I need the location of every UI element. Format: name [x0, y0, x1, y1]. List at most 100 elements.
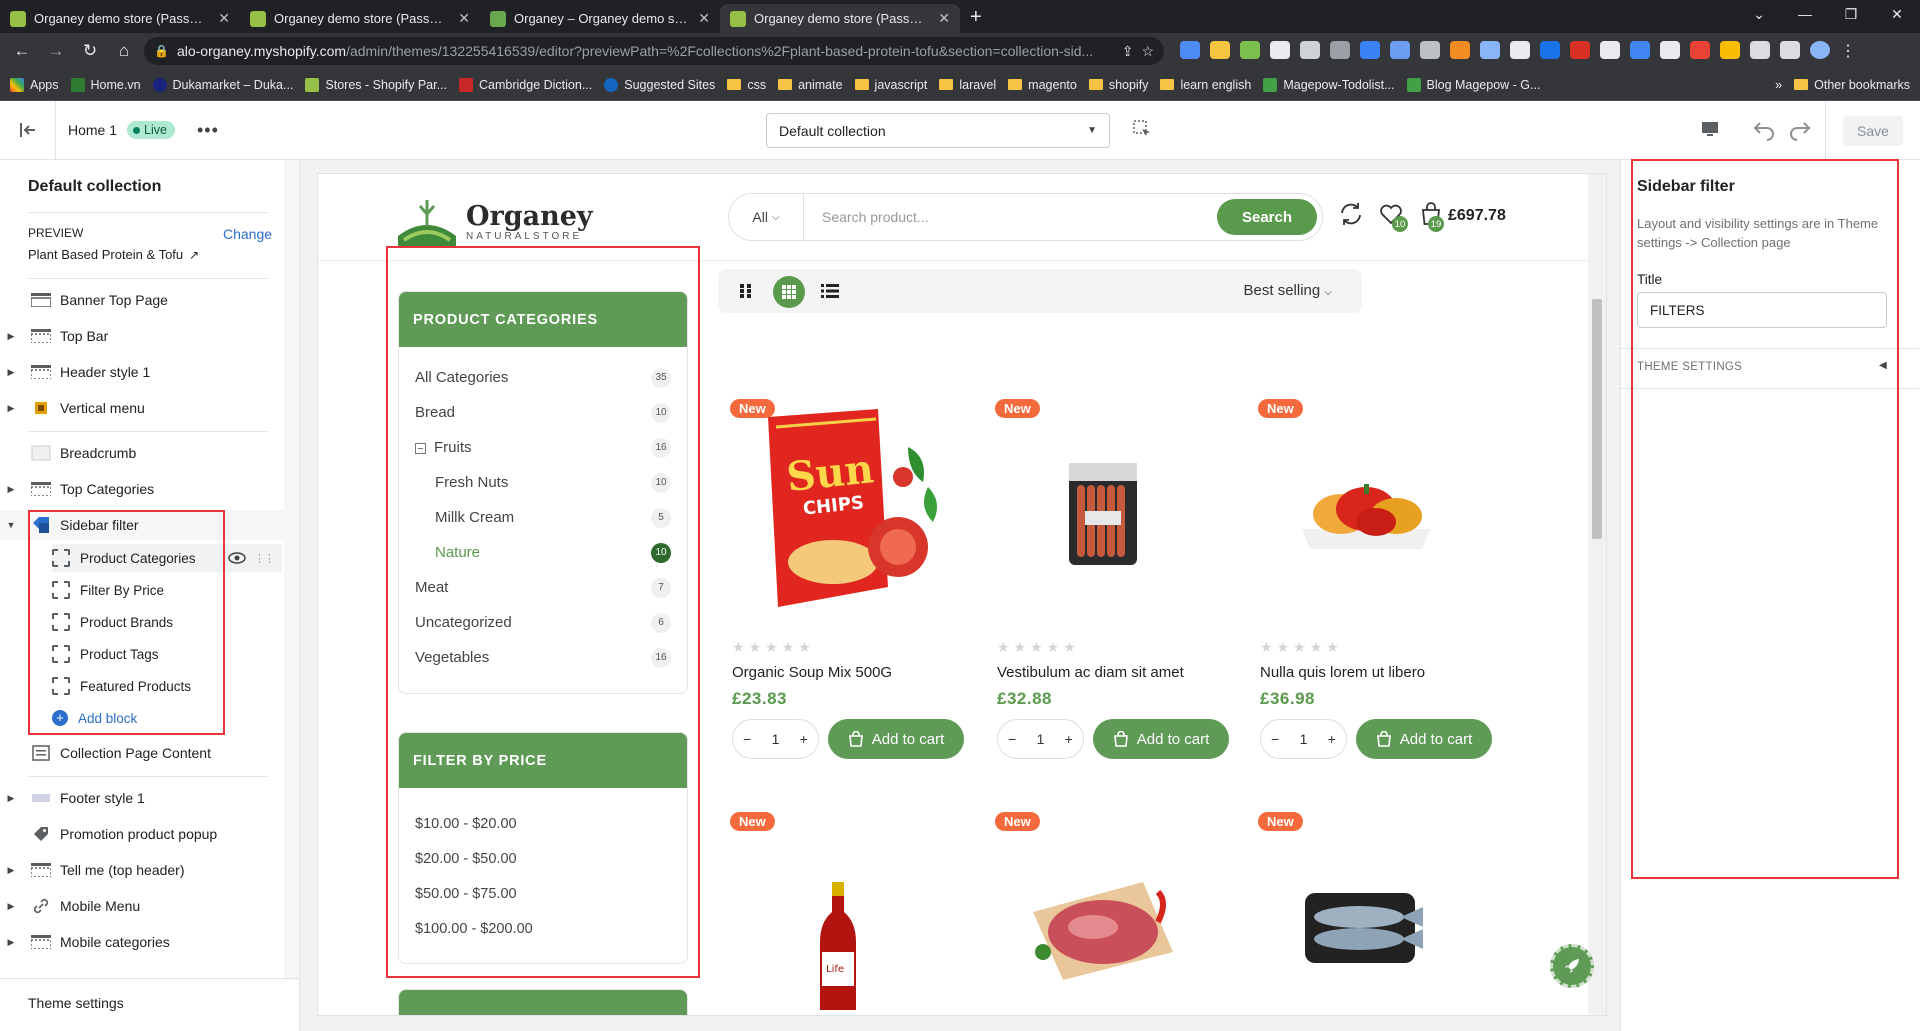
- product-image[interactable]: [1246, 812, 1486, 1015]
- minimize-icon[interactable]: —: [1782, 0, 1828, 30]
- bookmark-item[interactable]: Stores - Shopify Par...: [305, 77, 447, 92]
- add-to-cart-button[interactable]: Add to cart: [1093, 719, 1229, 759]
- share-icon[interactable]: ⇪: [1122, 43, 1134, 60]
- search-input[interactable]: Search product...: [804, 209, 1217, 225]
- new-tab-button[interactable]: +: [960, 4, 992, 33]
- product-image[interactable]: Sun CHIPS: [718, 399, 958, 629]
- expand-caret-icon[interactable]: ▶: [0, 367, 22, 378]
- section-vertical-menu[interactable]: ▶ Vertical menu: [0, 393, 284, 423]
- desktop-preview-button[interactable]: [1700, 119, 1720, 139]
- section-collection-page-content[interactable]: Collection Page Content: [0, 738, 284, 768]
- expand-caret-icon[interactable]: ▶: [0, 901, 22, 912]
- product-name[interactable]: Organic Soup Mix 500G: [732, 664, 892, 681]
- minus-icon[interactable]: −: [1008, 731, 1016, 747]
- product-card[interactable]: New: [983, 812, 1223, 1012]
- extension-icon[interactable]: [1270, 41, 1290, 59]
- bookmark-item[interactable]: Home.vn: [70, 77, 141, 92]
- bookmark-folder[interactable]: laravel: [939, 78, 996, 92]
- compare-icon[interactable]: [1338, 201, 1364, 227]
- section-top-categories[interactable]: ▶ Top Categories: [0, 474, 284, 504]
- change-preview-link[interactable]: Change: [223, 226, 272, 242]
- expand-caret-icon[interactable]: ▶: [0, 793, 22, 804]
- bookmark-folder[interactable]: animate: [778, 78, 843, 92]
- panel-scrollbar[interactable]: [284, 160, 298, 980]
- product-name[interactable]: Vestibulum ac diam sit amet: [997, 664, 1184, 681]
- forward-icon[interactable]: →: [42, 37, 70, 65]
- redo-button[interactable]: [1788, 117, 1812, 141]
- external-link-icon[interactable]: ↗: [189, 248, 199, 262]
- search-category-select[interactable]: All ⌵: [729, 194, 804, 240]
- plus-icon[interactable]: +: [1328, 731, 1336, 747]
- product-image[interactable]: Life: [718, 832, 958, 1015]
- browser-tab[interactable]: Organey – Organey demo store (... ✕: [480, 4, 720, 33]
- extension-icon[interactable]: [1660, 41, 1680, 59]
- more-actions-icon[interactable]: •••: [197, 120, 219, 141]
- bookmark-item[interactable]: Magepow-Todolist...: [1263, 77, 1395, 92]
- bookmark-folder[interactable]: shopify: [1088, 78, 1148, 92]
- section-tell-me[interactable]: ▶ Tell me (top header): [0, 855, 284, 885]
- scrollbar-thumb[interactable]: [1592, 299, 1602, 539]
- expand-caret-icon[interactable]: ▶: [0, 484, 22, 495]
- close-tab-icon[interactable]: ✕: [698, 10, 710, 27]
- plus-icon[interactable]: +: [800, 731, 808, 747]
- extension-icon[interactable]: [1420, 41, 1440, 59]
- list-view-button[interactable]: [816, 277, 844, 305]
- extension-icon[interactable]: [1690, 41, 1710, 59]
- reload-icon[interactable]: ↻: [76, 37, 104, 65]
- quantity-value[interactable]: 1: [1300, 731, 1308, 747]
- extension-icon[interactable]: [1600, 41, 1620, 59]
- section-mobile-menu[interactable]: ▶ Mobile Menu: [0, 891, 284, 921]
- section-promotion-product-popup[interactable]: Promotion product popup: [0, 819, 284, 849]
- extension-icon[interactable]: [1240, 41, 1260, 59]
- puzzle-extensions-icon[interactable]: [1750, 41, 1770, 59]
- preview-scrollbar[interactable]: [1588, 174, 1606, 1015]
- minus-icon[interactable]: −: [1271, 731, 1279, 747]
- extension-icon[interactable]: [1390, 41, 1410, 59]
- store-logo[interactable]: Organey NATURALSTORE: [396, 196, 593, 248]
- collapse-caret-icon[interactable]: ▼: [0, 520, 22, 530]
- add-to-cart-button[interactable]: Add to cart: [828, 719, 964, 759]
- home-icon[interactable]: ⌂: [110, 37, 138, 65]
- address-bar[interactable]: 🔒 alo-organey.myshopify.com/admin/themes…: [144, 37, 1164, 65]
- save-button[interactable]: Save: [1825, 101, 1920, 160]
- browser-tab[interactable]: Organey demo store (Password: ... ✕: [240, 4, 480, 33]
- adblock-icon[interactable]: [1570, 41, 1590, 59]
- bookmark-item[interactable]: Cambridge Diction...: [459, 77, 592, 92]
- exit-editor-button[interactable]: [0, 101, 56, 159]
- other-bookmarks[interactable]: Other bookmarks: [1794, 78, 1910, 92]
- extension-icon[interactable]: [1180, 41, 1200, 59]
- extension-icon[interactable]: [1210, 41, 1230, 59]
- undo-button[interactable]: [1752, 117, 1776, 141]
- expand-caret-icon[interactable]: ▶: [0, 865, 22, 876]
- profile-avatar-icon[interactable]: [1810, 41, 1830, 59]
- close-tab-icon[interactable]: ✕: [458, 10, 470, 27]
- lock-icon[interactable]: 🔒: [154, 44, 169, 58]
- bookmark-folder[interactable]: css: [727, 78, 766, 92]
- drag-handle-icon[interactable]: ⋮⋮: [254, 552, 275, 565]
- bookmark-item[interactable]: Blog Magepow - G...: [1406, 77, 1540, 92]
- extension-icon[interactable]: [1510, 41, 1530, 59]
- close-tab-icon[interactable]: ✕: [938, 10, 950, 27]
- quantity-value[interactable]: 1: [1037, 731, 1045, 747]
- product-card[interactable]: New: [1246, 812, 1486, 1012]
- browser-tab-active[interactable]: Organey demo store (Password: ... ✕: [720, 4, 960, 33]
- product-card[interactable]: New Life: [718, 812, 958, 1012]
- template-select[interactable]: Default collection ▼: [766, 113, 1110, 148]
- expand-caret-icon[interactable]: ▶: [0, 937, 22, 948]
- bookmarks-overflow-button[interactable]: »: [1775, 78, 1782, 92]
- extension-icon[interactable]: [1720, 41, 1740, 59]
- grid-2-view-button[interactable]: [732, 277, 760, 305]
- visibility-eye-icon[interactable]: [228, 552, 246, 564]
- back-icon[interactable]: ←: [8, 37, 36, 65]
- section-footer-style-1[interactable]: ▶ Footer style 1: [0, 783, 284, 813]
- bookmark-folder[interactable]: learn english: [1160, 78, 1251, 92]
- bookmark-item[interactable]: Dukamarket – Duka...: [152, 77, 293, 92]
- product-image[interactable]: [983, 812, 1223, 1015]
- section-header-style-1[interactable]: ▶ Header style 1: [0, 357, 284, 387]
- browser-menu-icon[interactable]: ⋮: [1840, 41, 1856, 61]
- product-image[interactable]: [983, 399, 1223, 629]
- back-to-top-button[interactable]: [1550, 944, 1594, 988]
- bookmark-apps[interactable]: Apps: [10, 77, 59, 92]
- preview-product[interactable]: Plant Based Protein & Tofu ↗: [28, 247, 199, 262]
- browser-tab[interactable]: Organey demo store (Password: ... ✕: [0, 4, 240, 33]
